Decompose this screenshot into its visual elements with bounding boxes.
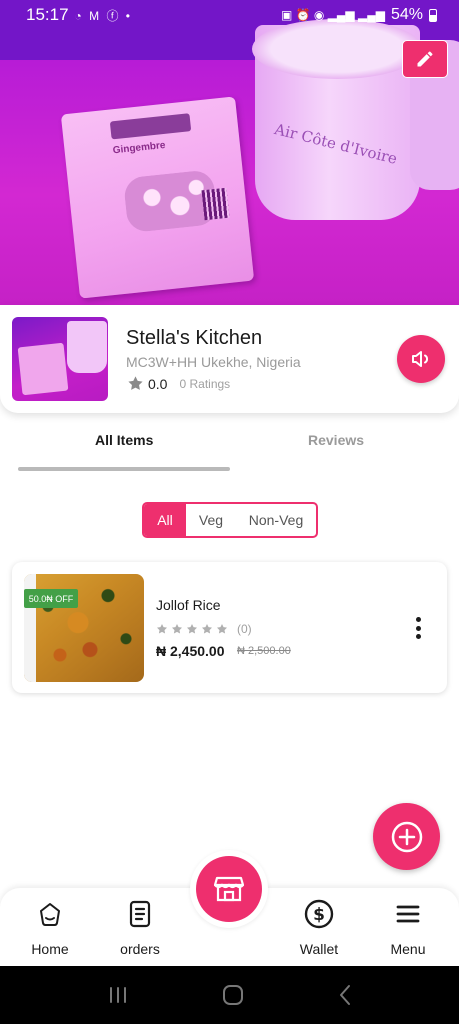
cover-paper-cup: Air Côte d'Ivoire bbox=[252, 19, 423, 220]
nav-orders-label: orders bbox=[120, 941, 160, 957]
store-name: Stella's Kitchen bbox=[126, 327, 263, 349]
pack-title: Gingembre bbox=[112, 139, 166, 157]
store-logo-thumbnail[interactable] bbox=[12, 317, 108, 401]
megaphone-icon bbox=[412, 351, 429, 367]
announcement-button[interactable] bbox=[397, 335, 445, 383]
review-count: (0) bbox=[237, 622, 252, 636]
signal-icons: ▣ ⏰ ◉ ▂▄▆ ▂▄▆ bbox=[280, 8, 385, 22]
discount-badge: 50.0₦ OFF bbox=[24, 589, 78, 608]
more-options-icon[interactable] bbox=[411, 617, 425, 639]
cup-logo: Air Côte d'Ivoire bbox=[272, 120, 400, 168]
ratings-count: 0 Ratings bbox=[179, 376, 231, 391]
filter-veg[interactable]: Veg bbox=[186, 504, 236, 536]
battery-percent: 54% bbox=[390, 6, 423, 23]
pack-brand-label bbox=[109, 113, 192, 140]
hamburger-menu-icon bbox=[396, 905, 420, 923]
nav-menu[interactable]: Menu bbox=[378, 888, 438, 966]
edit-cover-button[interactable] bbox=[402, 40, 448, 78]
star-icon bbox=[187, 624, 197, 634]
food-item-price: ₦ 2,450.00 bbox=[156, 643, 225, 659]
veg-filter: All Veg Non-Veg bbox=[142, 502, 318, 538]
active-tab-indicator bbox=[18, 467, 230, 471]
nav-home-label: Home bbox=[31, 941, 69, 957]
status-time: 15:17 bbox=[26, 5, 69, 24]
store-button[interactable] bbox=[190, 850, 268, 928]
svg-text:$: $ bbox=[313, 905, 325, 925]
thumb-pack bbox=[17, 342, 69, 396]
nav-home[interactable]: Home bbox=[20, 888, 80, 966]
filter-all[interactable]: All bbox=[144, 504, 186, 536]
food-item-name: Jollof Rice bbox=[156, 597, 221, 613]
pencil-icon bbox=[417, 51, 433, 67]
battery-icon bbox=[429, 8, 437, 22]
home-button-icon[interactable] bbox=[222, 984, 244, 1006]
star-icon bbox=[172, 624, 182, 634]
store-rating: 0.0 0 Ratings bbox=[127, 375, 230, 392]
back-icon[interactable] bbox=[337, 984, 353, 1006]
nav-orders[interactable]: orders bbox=[110, 888, 170, 966]
star-icon bbox=[157, 624, 167, 634]
store-icon bbox=[214, 876, 244, 902]
store-address: MC3W+HH Ukekhe, Nigeria bbox=[126, 354, 301, 370]
add-item-button[interactable] bbox=[373, 803, 440, 870]
orders-icon bbox=[129, 900, 151, 928]
nav-wallet[interactable]: $ Wallet bbox=[289, 888, 349, 966]
dollar-circle-icon: $ bbox=[304, 899, 334, 929]
filter-non-veg[interactable]: Non-Veg bbox=[236, 504, 316, 536]
store-cover-image: Gingembre Air Côte d'Ivoire bbox=[0, 0, 459, 305]
plus-circle-icon bbox=[391, 821, 422, 852]
store-info-card: Stella's Kitchen MC3W+HH Ukekhe, Nigeria… bbox=[0, 305, 459, 413]
cover-snack-pack: Gingembre bbox=[60, 96, 255, 299]
nav-menu-label: Menu bbox=[390, 941, 426, 957]
food-item-original-price: ₦ 2,500.00 bbox=[237, 645, 291, 657]
thumb-cup bbox=[67, 321, 107, 373]
rating-value: 0.0 bbox=[148, 375, 168, 392]
recent-apps-icon[interactable] bbox=[107, 985, 129, 1005]
nav-wallet-label: Wallet bbox=[299, 941, 339, 957]
system-navigation-bar bbox=[0, 966, 459, 1024]
home-icon bbox=[40, 903, 60, 926]
star-icon bbox=[202, 624, 212, 634]
notification-icons: ◔ M ⓕ • bbox=[74, 8, 132, 23]
food-item-rating: (0) bbox=[156, 622, 252, 636]
tab-all-items[interactable]: All Items bbox=[95, 432, 153, 448]
status-bar: 15:17 ◔ M ⓕ • ▣ ⏰ ◉ ▂▄▆ ▂▄▆ 54% bbox=[0, 0, 459, 30]
tab-reviews[interactable]: Reviews bbox=[308, 432, 364, 448]
star-icon bbox=[217, 624, 227, 634]
star-icon bbox=[128, 376, 143, 390]
pack-qr-code bbox=[201, 187, 230, 221]
